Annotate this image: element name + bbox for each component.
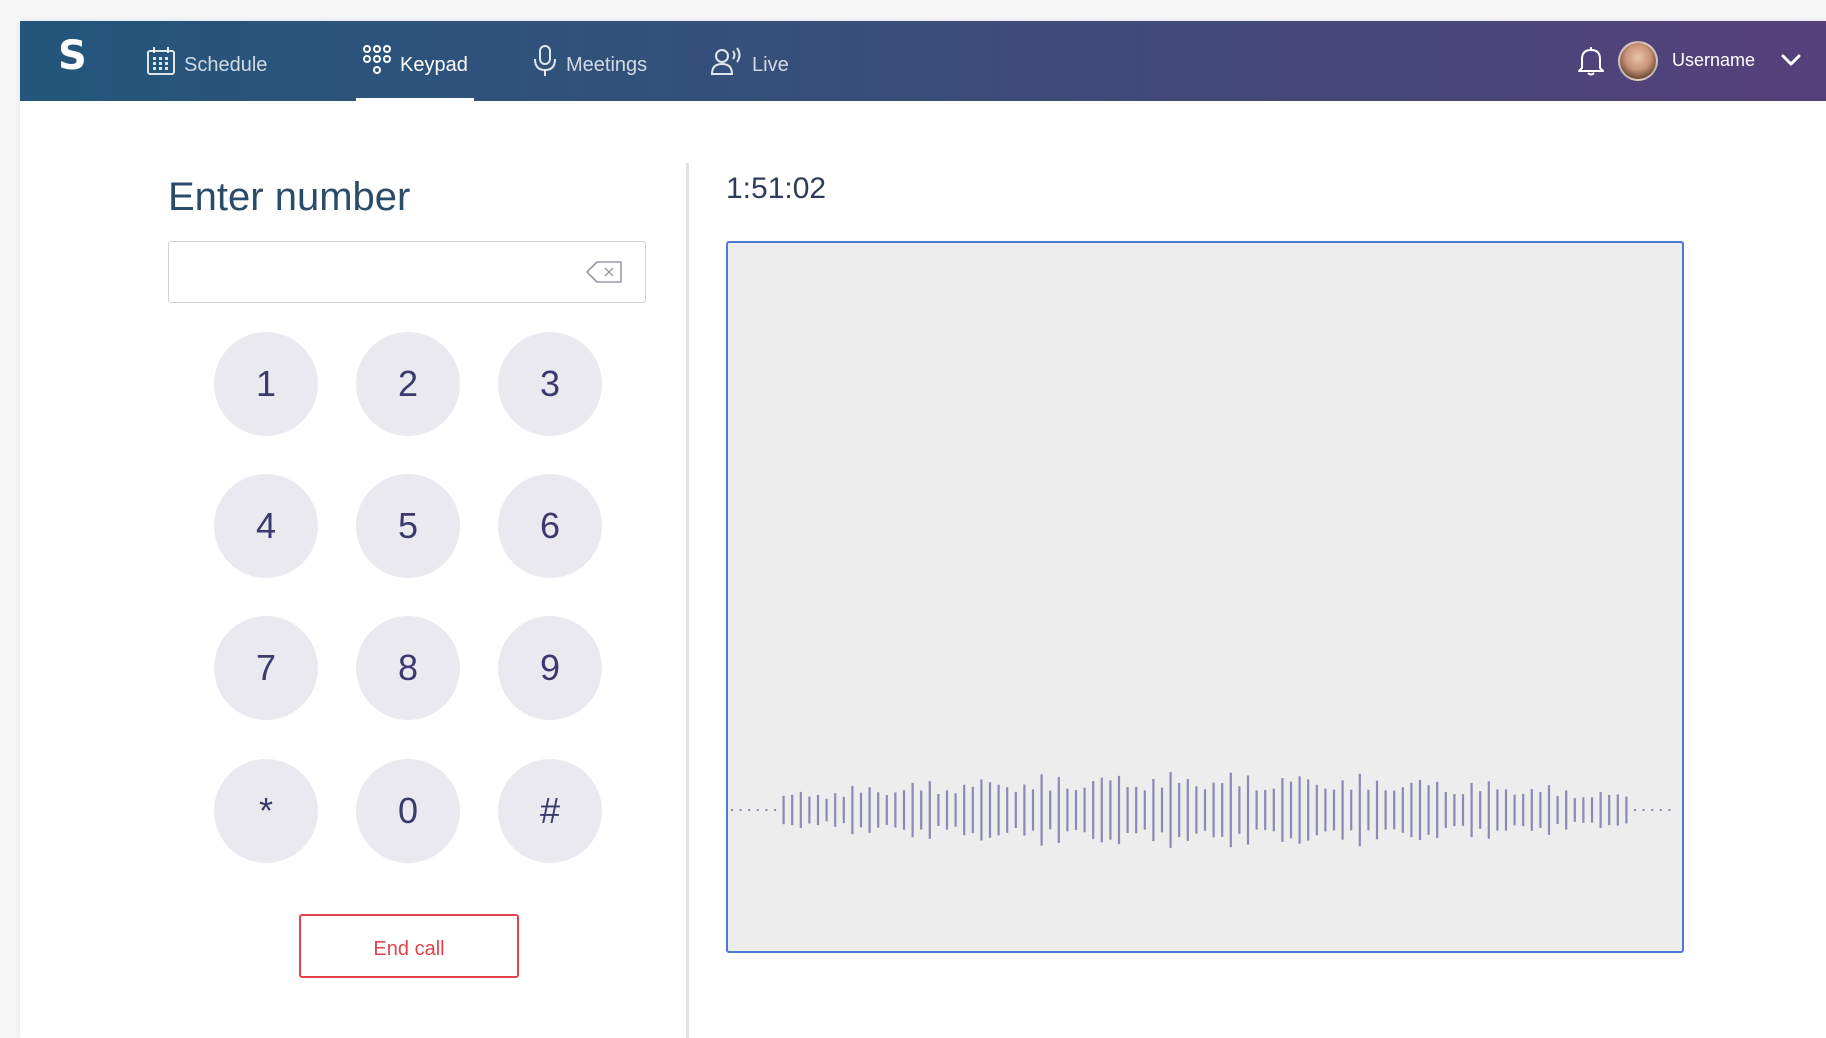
call-waveform-panel bbox=[726, 241, 1684, 953]
key-6[interactable]: 6 bbox=[498, 474, 602, 578]
calendar-icon bbox=[146, 46, 176, 76]
chevron-down-icon[interactable] bbox=[1780, 49, 1802, 71]
key-1[interactable]: 1 bbox=[214, 332, 318, 436]
number-field[interactable] bbox=[168, 241, 646, 303]
nav-item-live[interactable]: Live bbox=[710, 21, 789, 101]
page-title: Enter number bbox=[168, 175, 411, 219]
end-call-button[interactable]: End call bbox=[299, 914, 519, 978]
nav-item-keypad[interactable]: Keypad bbox=[356, 21, 474, 101]
avatar[interactable] bbox=[1618, 41, 1658, 81]
live-broadcast-icon bbox=[710, 46, 744, 76]
username[interactable]: Username bbox=[1672, 50, 1755, 71]
audio-waveform bbox=[730, 772, 1671, 848]
key-3[interactable]: 3 bbox=[498, 332, 602, 436]
key-hash[interactable]: # bbox=[498, 759, 602, 863]
key-7[interactable]: 7 bbox=[214, 616, 318, 720]
panel-divider bbox=[686, 163, 689, 1038]
top-navigation-bar: S Schedule Keypad Meetings Live Username bbox=[20, 21, 1826, 101]
number-input[interactable] bbox=[169, 242, 597, 302]
nav-label-keypad: Keypad bbox=[400, 53, 468, 76]
nav-label-live: Live bbox=[752, 53, 789, 76]
key-0[interactable]: 0 bbox=[356, 759, 460, 863]
key-4[interactable]: 4 bbox=[214, 474, 318, 578]
nav-label-meetings: Meetings bbox=[566, 53, 648, 76]
microphone-icon bbox=[532, 44, 558, 78]
call-timer: 1:51:02 bbox=[726, 172, 827, 205]
key-2[interactable]: 2 bbox=[356, 332, 460, 436]
nav-item-meetings[interactable]: Meetings bbox=[532, 21, 647, 101]
bell-icon[interactable] bbox=[1576, 45, 1606, 77]
key-8[interactable]: 8 bbox=[356, 616, 460, 720]
app-logo[interactable]: S bbox=[58, 36, 87, 76]
key-star[interactable]: * bbox=[214, 759, 318, 863]
nav-label-schedule: Schedule bbox=[184, 53, 268, 76]
backspace-icon[interactable] bbox=[585, 260, 623, 284]
key-5[interactable]: 5 bbox=[356, 474, 460, 578]
key-9[interactable]: 9 bbox=[498, 616, 602, 720]
keypad-icon bbox=[362, 45, 392, 77]
nav-item-schedule[interactable]: Schedule bbox=[146, 21, 267, 101]
